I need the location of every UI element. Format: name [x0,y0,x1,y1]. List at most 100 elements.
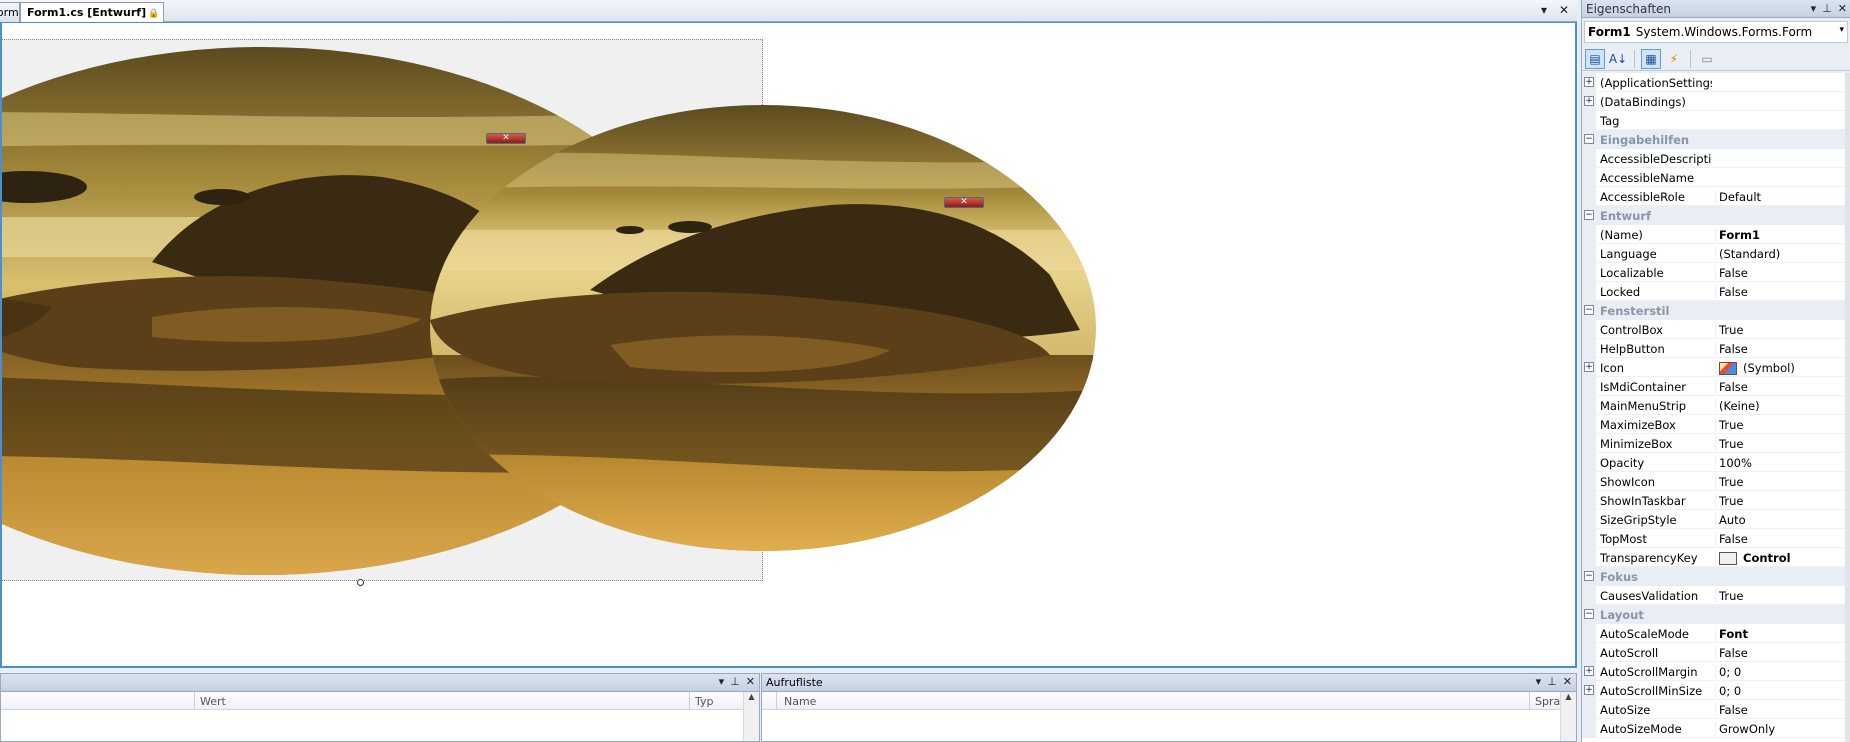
property-row[interactable]: AutoSizeMode GrowOnly [1582,719,1846,738]
property-row[interactable]: SizeGripStyle Auto [1582,510,1846,529]
property-value[interactable]: False [1715,703,1844,717]
expand-icon[interactable]: + [1584,362,1594,372]
property-row[interactable]: HelpButton False [1582,339,1846,358]
property-row[interactable]: CausesValidation True [1582,586,1846,605]
property-value[interactable]: False [1715,646,1844,660]
property-category[interactable]: − Eingabehilfen [1582,130,1846,149]
chevron-down-icon[interactable]: ▾ [1541,3,1547,17]
property-value[interactable]: Auto [1715,513,1844,527]
vertical-scrollbar[interactable] [1845,73,1850,742]
property-value[interactable]: False [1715,532,1844,546]
property-value[interactable]: False [1715,266,1844,280]
property-value[interactable]: True [1715,475,1844,489]
property-value[interactable]: Control [1715,551,1844,565]
expand-icon[interactable]: + [1584,666,1594,676]
property-row[interactable]: AutoScaleMode Font [1582,624,1846,643]
property-row[interactable]: TransparencyKey Control [1582,548,1846,567]
property-value[interactable]: False [1715,342,1844,356]
property-row[interactable]: MinimizeBox True [1582,434,1846,453]
property-value[interactable]: True [1715,418,1844,432]
property-category[interactable]: − Layout [1582,605,1846,624]
property-row[interactable]: ControlBox True [1582,320,1846,339]
property-row[interactable]: Localizable False [1582,263,1846,282]
property-value[interactable]: (Keine) [1715,399,1844,413]
property-value[interactable]: True [1715,437,1844,451]
property-value[interactable]: 0; 0 [1715,665,1844,679]
expand-icon[interactable]: + [1584,685,1594,695]
pin-icon[interactable]: ⊥ [1822,2,1832,15]
property-value[interactable]: Default [1715,190,1844,204]
scroll-up-icon[interactable]: ▲ [1565,692,1571,701]
form-designer-surface[interactable]: ✕ ✕ [0,22,1577,668]
property-row[interactable]: Language (Standard) [1582,244,1846,263]
close-icon[interactable]: ✕ [486,133,526,144]
column-header-value[interactable]: Wert [200,695,226,708]
close-icon[interactable]: ✕ [1559,3,1569,17]
property-row[interactable]: + (DataBindings) [1582,92,1846,111]
close-icon[interactable]: ✕ [746,675,755,688]
property-row[interactable]: Opacity 100% [1582,453,1846,472]
property-value[interactable]: False [1715,285,1844,299]
resize-handle[interactable] [357,579,364,586]
property-row[interactable]: + AutoScrollMargin 0; 0 [1582,662,1846,681]
property-pages-icon[interactable]: ▭ [1697,49,1717,69]
tab-form1-designer[interactable]: Form1.cs [Entwurf] 🔒 [20,2,165,22]
pin-icon[interactable]: ⊥ [730,675,740,688]
alphabetical-icon[interactable]: A↓ [1608,49,1628,69]
property-row[interactable]: AccessibleDescription [1582,149,1846,168]
properties-icon[interactable]: ▦ [1641,48,1661,69]
property-row[interactable]: Locked False [1582,282,1846,301]
scroll-up-icon[interactable]: ▲ [748,692,754,701]
property-row[interactable]: + Icon (Symbol) [1582,358,1846,377]
pin-icon[interactable]: ⊥ [1547,675,1557,688]
property-row[interactable]: AutoScroll False [1582,643,1846,662]
column-header-language[interactable]: Spra [1535,695,1560,708]
column-header-type[interactable]: Typ [695,695,714,708]
close-icon[interactable]: ✕ [944,197,984,208]
property-value[interactable]: 100% [1715,456,1844,470]
expand-icon[interactable]: + [1584,96,1594,106]
collapse-icon[interactable]: − [1584,609,1594,619]
collapse-icon[interactable]: − [1584,134,1594,144]
property-category[interactable]: − Fensterstil [1582,301,1846,320]
expand-icon[interactable]: + [1584,77,1594,87]
events-icon[interactable]: ⚡ [1664,49,1684,69]
collapse-icon[interactable]: − [1584,571,1594,581]
elliptical-form-preview-right[interactable] [430,105,1096,551]
property-value[interactable]: Font [1715,627,1844,641]
property-value[interactable]: True [1715,494,1844,508]
chevron-down-icon[interactable]: ▾ [1811,2,1817,15]
property-value[interactable]: (Symbol) [1715,361,1844,375]
property-row[interactable]: MainMenuStrip (Keine) [1582,396,1846,415]
property-row[interactable]: MaximizeBox True [1582,415,1846,434]
property-row[interactable]: AccessibleName [1582,168,1846,187]
chevron-down-icon[interactable]: ▾ [1536,675,1542,688]
property-category[interactable]: − Entwurf [1582,206,1846,225]
property-row[interactable]: AutoSize False [1582,700,1846,719]
property-row[interactable]: + AutoScrollMinSize 0; 0 [1582,681,1846,700]
property-value[interactable]: 0; 0 [1715,684,1844,698]
collapse-icon[interactable]: − [1584,305,1594,315]
property-row[interactable]: AccessibleRole Default [1582,187,1846,206]
categorized-icon[interactable]: ▤ [1585,48,1605,69]
close-icon[interactable]: ✕ [1563,675,1572,688]
vertical-scrollbar[interactable]: ▲ [1560,692,1576,741]
object-selector[interactable]: Form1 System.Windows.Forms.Form ▾ [1584,21,1848,43]
vertical-scrollbar[interactable]: ▲ [743,692,759,741]
property-value[interactable]: (Standard) [1715,247,1844,261]
property-category[interactable]: − Fokus [1582,567,1846,586]
property-row[interactable]: ShowInTaskbar True [1582,491,1846,510]
property-value[interactable]: True [1715,589,1844,603]
property-value[interactable]: True [1715,323,1844,337]
column-header-name[interactable]: Name [784,695,816,708]
chevron-down-icon[interactable]: ▾ [719,675,725,688]
property-row[interactable]: Tag [1582,111,1846,130]
property-row[interactable]: TopMost False [1582,529,1846,548]
property-value[interactable]: False [1715,380,1844,394]
close-icon[interactable]: ✕ [1838,2,1847,15]
property-value[interactable]: Form1 [1715,228,1844,242]
property-row[interactable]: ShowIcon True [1582,472,1846,491]
property-row[interactable]: IsMdiContainer False [1582,377,1846,396]
collapse-icon[interactable]: − [1584,210,1594,220]
property-row[interactable]: (Name) Form1 [1582,225,1846,244]
